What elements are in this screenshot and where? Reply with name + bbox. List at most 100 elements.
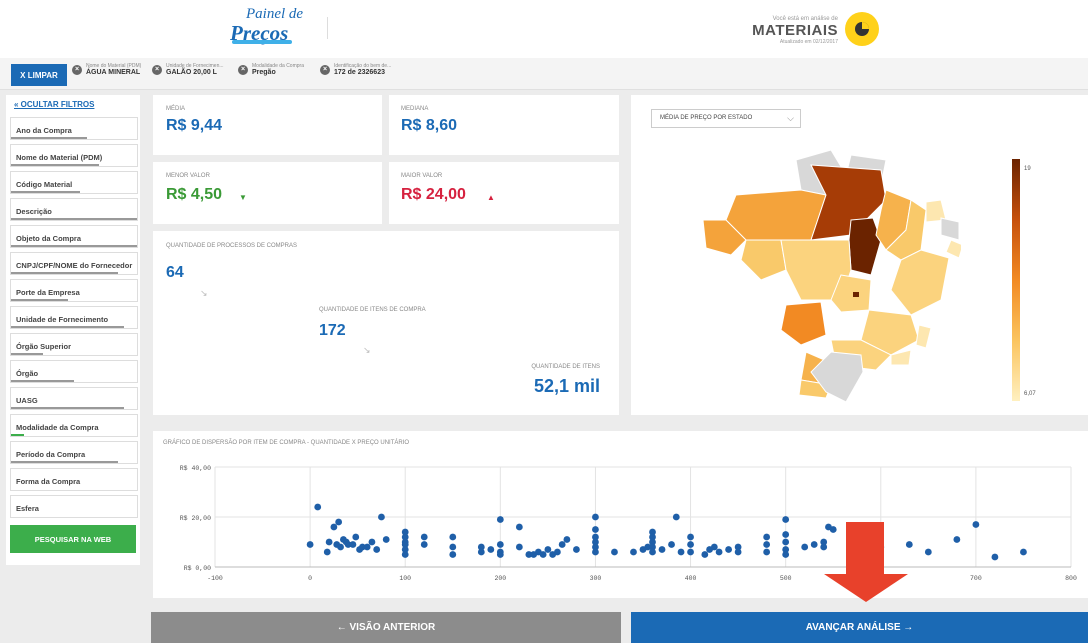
state-to[interactable] bbox=[848, 217, 882, 276]
clear-filters-button[interactable]: X LIMPAR bbox=[11, 64, 67, 86]
scatter-point[interactable] bbox=[368, 538, 376, 546]
filter-14[interactable]: Esfera bbox=[10, 495, 138, 518]
scatter-point[interactable] bbox=[349, 541, 357, 548]
scatter-point[interactable] bbox=[323, 548, 331, 556]
filter-3[interactable]: Descrição bbox=[10, 198, 138, 221]
scatter-point[interactable] bbox=[991, 553, 999, 561]
scatter-point[interactable] bbox=[544, 546, 552, 553]
filter-2[interactable]: Código Material bbox=[10, 171, 138, 194]
scatter-point[interactable] bbox=[801, 543, 809, 551]
scatter-point[interactable] bbox=[554, 548, 561, 556]
state-ms[interactable] bbox=[780, 301, 827, 346]
filter-chip-modalidade[interactable]: × Modalidade da Compra Pregão bbox=[238, 63, 304, 76]
scatter-point[interactable] bbox=[363, 543, 371, 551]
scatter-point[interactable] bbox=[563, 536, 571, 543]
filter-chip-unidade[interactable]: × Unidade de Fornecimen... GALÃO 20,00 L bbox=[152, 63, 224, 76]
scatter-point[interactable] bbox=[592, 526, 599, 533]
scatter-point[interactable] bbox=[335, 518, 343, 526]
filter-12[interactable]: Período da Compra bbox=[10, 441, 138, 464]
scatter-point[interactable] bbox=[420, 533, 428, 541]
state-es[interactable] bbox=[915, 324, 932, 349]
scatter-point[interactable] bbox=[953, 536, 961, 543]
scatter-point[interactable] bbox=[710, 543, 718, 551]
remove-chip-icon[interactable]: × bbox=[238, 64, 248, 75]
filter-5[interactable]: CNPJ/CPF/NOME do Fornecedor bbox=[10, 252, 138, 275]
scatter-point[interactable] bbox=[782, 516, 790, 523]
scatter-point[interactable] bbox=[539, 551, 547, 558]
scatter-point[interactable] bbox=[330, 523, 338, 531]
scatter-point[interactable] bbox=[449, 543, 457, 551]
scatter-point[interactable] bbox=[420, 541, 428, 548]
scatter-point[interactable] bbox=[611, 548, 618, 556]
scatter-point[interactable] bbox=[378, 513, 385, 521]
scatter-point[interactable] bbox=[782, 531, 790, 538]
state-am[interactable] bbox=[725, 189, 827, 241]
scatter-point[interactable] bbox=[401, 551, 409, 558]
scatter-point[interactable] bbox=[325, 538, 333, 546]
scatter-point[interactable] bbox=[763, 541, 771, 548]
scatter-point[interactable] bbox=[701, 551, 709, 558]
scatter-point[interactable] bbox=[782, 551, 790, 558]
scatter-point[interactable] bbox=[672, 513, 680, 521]
previous-view-button[interactable]: ← VISÃO ANTERIOR bbox=[151, 612, 621, 643]
scatter-point[interactable] bbox=[487, 546, 495, 553]
state-ro[interactable] bbox=[740, 239, 787, 281]
scatter-point[interactable] bbox=[352, 533, 360, 541]
search-web-button[interactable]: PESQUISAR NA WEB bbox=[10, 525, 136, 553]
painel-de-precos-logo[interactable]: Painel de Preços bbox=[230, 6, 310, 46]
filter-13[interactable]: Forma da Compra bbox=[10, 468, 138, 491]
filter-chip-identificacao[interactable]: × Identificação do bem de... 172 de 23266… bbox=[320, 63, 391, 76]
scatter-point[interactable] bbox=[687, 533, 694, 541]
filter-9[interactable]: Órgão bbox=[10, 360, 138, 383]
scatter-point[interactable] bbox=[382, 536, 390, 543]
scatter-point[interactable] bbox=[496, 551, 504, 558]
scatter-point[interactable] bbox=[715, 548, 723, 556]
scatter-point[interactable] bbox=[449, 533, 457, 541]
scatter-point[interactable] bbox=[687, 548, 694, 556]
filter-4[interactable]: Objeto da Compra bbox=[10, 225, 138, 248]
filter-0[interactable]: Ano da Compra bbox=[10, 117, 138, 140]
scatter-point[interactable] bbox=[573, 546, 580, 553]
scatter-point[interactable] bbox=[734, 548, 742, 556]
scatter-point[interactable] bbox=[449, 551, 457, 558]
scatter-point[interactable] bbox=[558, 541, 566, 548]
filter-1[interactable]: Nome do Material (PDM) bbox=[10, 144, 138, 167]
filter-11[interactable]: Modalidade da Compra bbox=[10, 414, 138, 437]
scatter-plot[interactable]: R$ 0,00 R$ 20,00 R$ 40,00 -100 0 100 200 300 400… bbox=[153, 431, 1088, 598]
scatter-point[interactable] bbox=[496, 541, 504, 548]
advance-analysis-button[interactable]: AVANÇAR ANÁLISE → bbox=[631, 612, 1088, 643]
scatter-point[interactable] bbox=[306, 541, 314, 548]
state-df[interactable] bbox=[853, 292, 859, 297]
scatter-point[interactable] bbox=[496, 516, 504, 523]
filter-10[interactable]: UASG bbox=[10, 387, 138, 410]
scatter-point[interactable] bbox=[687, 541, 694, 548]
scatter-point[interactable] bbox=[477, 548, 485, 556]
scatter-point[interactable] bbox=[677, 548, 685, 556]
scatter-point[interactable] bbox=[515, 543, 523, 551]
scatter-point[interactable] bbox=[592, 548, 599, 556]
scatter-point[interactable] bbox=[782, 538, 790, 546]
remove-chip-icon[interactable]: × bbox=[72, 64, 82, 75]
scatter-point[interactable] bbox=[972, 521, 980, 528]
scatter-point[interactable] bbox=[658, 546, 666, 553]
state-rn-pb-pe[interactable] bbox=[940, 217, 960, 241]
scatter-point[interactable] bbox=[725, 546, 732, 553]
remove-chip-icon[interactable]: × bbox=[152, 64, 162, 75]
scatter-point[interactable] bbox=[763, 548, 771, 556]
remove-chip-icon[interactable]: × bbox=[320, 64, 330, 75]
scatter-point[interactable] bbox=[924, 548, 932, 556]
scatter-point[interactable] bbox=[373, 546, 381, 553]
filter-6[interactable]: Porte da Empresa bbox=[10, 279, 138, 302]
scatter-point[interactable] bbox=[649, 548, 656, 556]
scatter-point[interactable] bbox=[763, 533, 771, 541]
scatter-point[interactable] bbox=[810, 541, 818, 548]
scatter-point[interactable] bbox=[630, 548, 637, 556]
scatter-point[interactable] bbox=[314, 503, 322, 511]
scatter-point[interactable] bbox=[1020, 548, 1027, 556]
filter-7[interactable]: Unidade de Fornecimento bbox=[10, 306, 138, 329]
filter-chip-material[interactable]: × Nome do Material (PDM) ÁGUA MINERAL bbox=[72, 63, 141, 76]
pie-chart-icon[interactable] bbox=[845, 12, 879, 46]
map-metric-select[interactable]: MÉDIA DE PREÇO POR ESTADO ⌵ bbox=[651, 109, 801, 128]
scatter-point[interactable] bbox=[592, 513, 599, 521]
scatter-point[interactable] bbox=[337, 543, 344, 551]
